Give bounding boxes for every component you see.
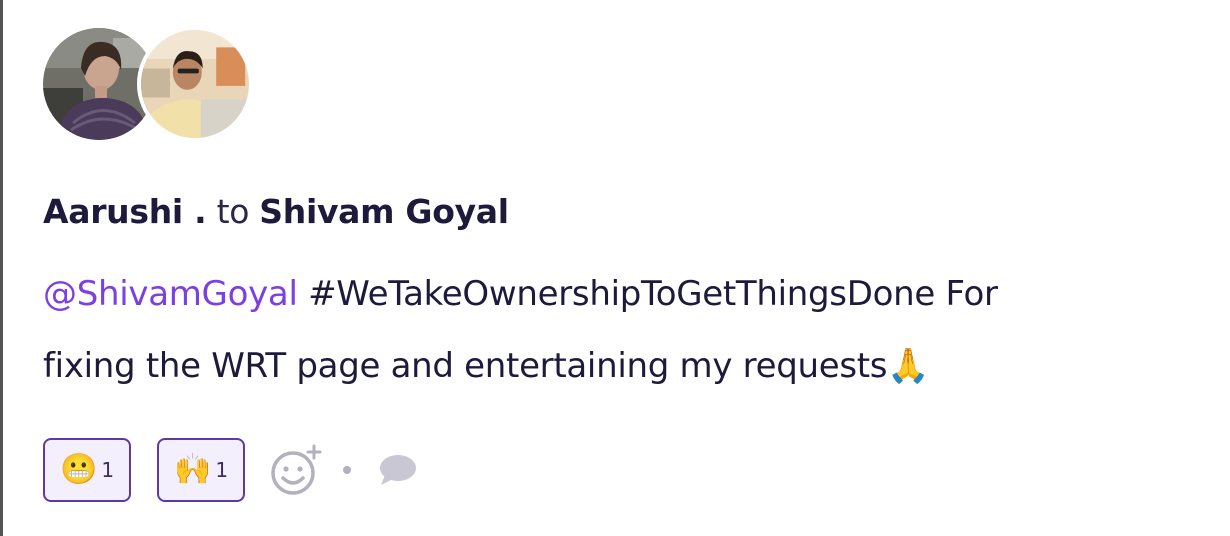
avatar-group <box>43 26 263 142</box>
mention-link[interactable]: @ShivamGoyal <box>43 274 298 314</box>
reaction-grimace-button[interactable]: 😬 1 <box>43 438 131 502</box>
comment-icon[interactable] <box>377 453 417 487</box>
avatar-recipient[interactable] <box>137 26 253 142</box>
message-line-1: #WeTakeOwnershipToGetThingsDone For <box>297 274 998 314</box>
connector-text: to <box>216 192 250 231</box>
raised-hands-icon: 🙌 <box>173 452 212 487</box>
reaction-count: 1 <box>101 458 115 482</box>
post-header: Aarushi . to Shivam Goyal <box>43 192 509 231</box>
message-line-2: fixing the WRT page and entertaining my … <box>43 346 930 386</box>
reaction-bar: 😬 1 🙌 1 <box>43 438 417 502</box>
reaction-raised-hands-button[interactable]: 🙌 1 <box>157 438 245 502</box>
avatar-recipient-image <box>141 30 249 138</box>
grimacing-face-icon: 😬 <box>59 452 98 487</box>
reaction-count: 1 <box>215 458 229 482</box>
recipient-name[interactable]: Shivam Goyal <box>259 192 509 231</box>
add-reaction-icon[interactable] <box>269 443 323 497</box>
post-card: Aarushi . to Shivam Goyal @ShivamGoyal #… <box>0 0 1230 536</box>
post-message: @ShivamGoyal #WeTakeOwnershipToGetThings… <box>43 258 1223 402</box>
dot-separator <box>343 466 351 474</box>
author-name[interactable]: Aarushi . <box>43 192 207 231</box>
